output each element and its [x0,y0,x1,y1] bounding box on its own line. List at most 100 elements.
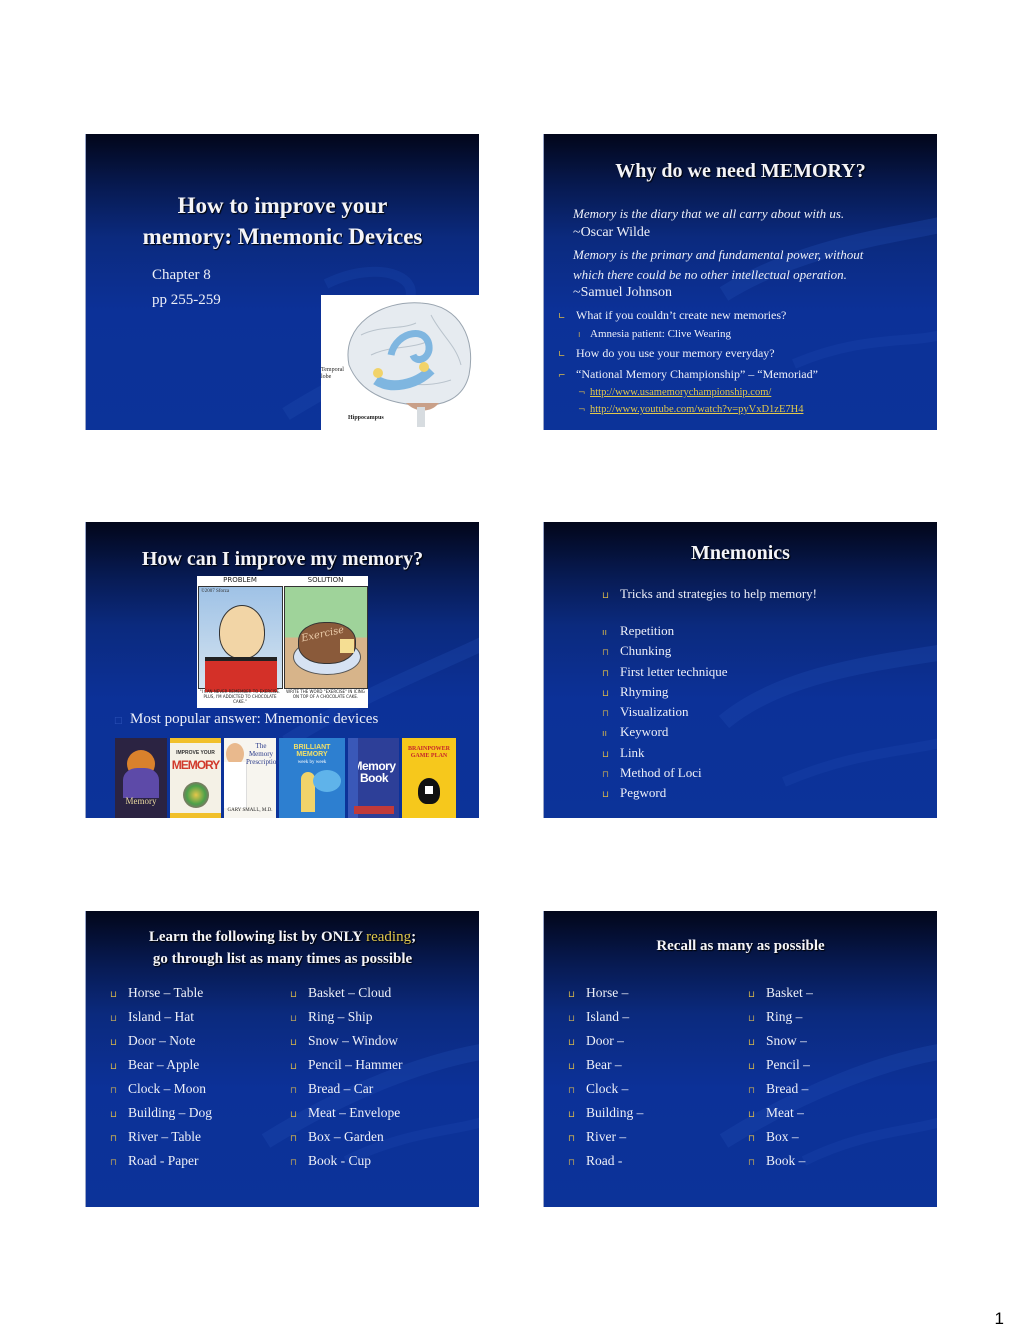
list-item: ⊔ Pencil – Hammer [290,1054,402,1078]
list-item: ⊓ Box – Garden [290,1126,402,1150]
square-bullet-icon: ⊓ [568,1158,576,1168]
bullet-everyday: ∟ How do you use your memory everyday? [558,346,775,361]
list-item-text: Snow – [766,1033,807,1048]
square-bullet-icon: ⊔ [568,1038,576,1048]
square-bullet-icon: ıı [602,628,608,638]
list-item-text: Box – Garden [308,1129,384,1144]
title-line-2: memory: Mnemonic Devices [142,224,423,249]
slide-1-title: How to improve your memory: Mnemonic Dev… [85,134,479,430]
square-bullet-icon: ⊔ [748,1110,756,1120]
list-item: ⊔ Door – [568,1030,643,1054]
square-bullet-icon: ⊔ [290,1110,298,1120]
square-bullet-icon: ⊔ [568,990,576,1000]
list-item-text: Link [620,744,645,760]
list-item: ⊔ Island – Hat [110,1006,212,1030]
word-pairs-right: ⊔ Basket – Cloud ⊔ Ring – Ship ⊔ Snow – Windo… [290,982,402,1174]
square-bullet-icon: ⊔ [290,1062,298,1072]
brain-diagram-image: Temporal lobe Hippocampus [321,295,479,430]
label-line: lobe [321,374,332,380]
list-item-text: Door – [586,1033,624,1048]
quote-2-line-1: Memory is the primary and fundamental po… [573,247,864,262]
list-item-text: Basket – Cloud [308,985,392,1000]
book-covers-row: Memory IMPROVE YOUR MEMORY The Memory Pr… [115,738,457,818]
list-item-text: Box – [766,1129,799,1144]
word-pairs-left: ⊔ Horse – Table ⊔ Island – Hat ⊔ Door – Note ⊔… [110,982,212,1174]
youtube-link[interactable]: http://www.youtube.com/watch?v=pyVxD1zE7… [590,404,803,415]
list-item-text: Basket – [766,985,813,1000]
list-item-text: Clock – Moon [128,1081,207,1096]
bullet-text: Most popular answer: Mnemonic devices [130,711,379,727]
square-bullet-icon: ⊔ [568,1014,576,1024]
recall-list-right: ⊔ Basket – ⊔ Ring – ⊔ Snow – ⊔ Pencil – ⊓ Bread –… [748,982,813,1174]
list-item: ⊔ Building – [568,1102,643,1126]
list-item-text: Road - [586,1153,623,1168]
bullet-text: “National Memory Championship” – “Memori… [576,367,818,381]
square-bullet-icon: ⊔ [290,990,298,1000]
title-line-2: go through list as many times as possibl… [152,951,413,967]
comic-caption-left: "I CAN NEVER REMEMBER TO EXERCISE. PLUS,… [199,689,281,704]
slide-5-learn-list: Learn the following list by ONLY reading… [85,911,479,1207]
book-subtitle: week by week [297,760,327,765]
square-bullet-icon: ⊔ [748,1062,756,1072]
list-item: ıı Keyword [602,723,728,743]
comic-panel-problem: ©2007 Sforza [198,586,283,692]
bullet-text: What if you couldn’t create new memories… [576,308,787,322]
list-item-text: Book - Cup [308,1153,372,1168]
list-item: ⊓ Clock – [568,1078,643,1102]
list-item-text: Method of Loci [620,765,702,781]
list-item: ⊓ Road - Paper [110,1150,212,1174]
list-item-text: Island – Hat [128,1009,194,1024]
list-item-text: Clock – [586,1081,629,1096]
highlight-word: reading [366,929,412,945]
sub-bullet-icon: ¬ [578,388,586,398]
square-bullet-icon: ⊓ [110,1158,118,1168]
list-item-text: Bear – Apple [128,1057,200,1072]
square-bullet-icon: ⌐ [558,371,566,381]
title-text: Learn the following list by ONLY [148,929,367,945]
dash-bullet-icon: ¯ [544,247,553,257]
list-item-text: Horse – [586,985,629,1000]
list-item: ⊓ First letter technique [602,663,728,683]
comic-problem-label: PROBLEM [223,576,257,584]
quote-2-line-2: which there could be no other intellectu… [573,267,847,282]
list-item-text: Visualization [620,704,689,720]
book-cover: Memory Book [348,738,399,818]
bullet-text: Amnesia patient: Clive Wearing [590,328,731,340]
square-bullet-icon: ⊔ [602,591,610,601]
comic-solution-label: SOLUTION [307,576,344,584]
square-bullet-icon: ⊔ [110,1062,118,1072]
title-line-1: How to improve your [177,193,388,218]
list-item: ⊔ Snow – Window [290,1030,402,1054]
list-item: ⊓ Book – [748,1150,813,1174]
square-bullet-icon: ⊔ [602,790,610,801]
list-item: ⊔ Meat – Envelope [290,1102,402,1126]
list-item-text: Chunking [620,643,672,659]
bullet-championship: ⌐ “National Memory Championship” – “Memor… [558,367,818,382]
list-item-text: Meat – [766,1105,804,1120]
championship-link[interactable]: http://www.usamemorychampionship.com/ [590,387,771,398]
list-item: ⊔ Bear – Apple [110,1054,212,1078]
square-bullet-icon: ⊓ [748,1134,756,1144]
sub-bullet-link-1: ¬ http://www.usamemorychampionship.com/ [578,387,771,398]
square-bullet-icon: ⊔ [568,1110,576,1120]
list-item: ⊔ Meat – [748,1102,813,1126]
list-item-text: Ring – [766,1009,803,1024]
square-bullet-icon: ⊓ [748,1158,756,1168]
list-item: ⊓ Book - Cup [290,1150,402,1174]
list-item: ⊓ Visualization [602,703,728,723]
square-bullet-icon: ⊓ [110,1086,118,1096]
list-item: ⊔ Horse – Table [110,982,212,1006]
list-item-text: Island – [586,1009,630,1024]
square-bullet-icon: ∟ [558,350,566,360]
list-item: ⊓ River – Table [110,1126,212,1150]
list-item: ⊓ Bread – [748,1078,813,1102]
list-item: ⊔ Pegword [602,784,728,804]
list-item: ⊔ Ring – [748,1006,813,1030]
list-item: ⊔ Island – [568,1006,643,1030]
recall-list-left: ⊔ Horse – ⊔ Island – ⊔ Door – ⊔ Bear – ⊓ Clock – ⊔… [568,982,643,1174]
book-title: MEMORY [171,758,221,772]
sub-bullet-link-2: ¬ http://www.youtube.com/watch?v=pyVxD1zE… [578,404,803,415]
page-number: 1 [994,1309,1004,1328]
list-item-text: River – [586,1129,627,1144]
list-item-text: Bread – [766,1081,809,1096]
